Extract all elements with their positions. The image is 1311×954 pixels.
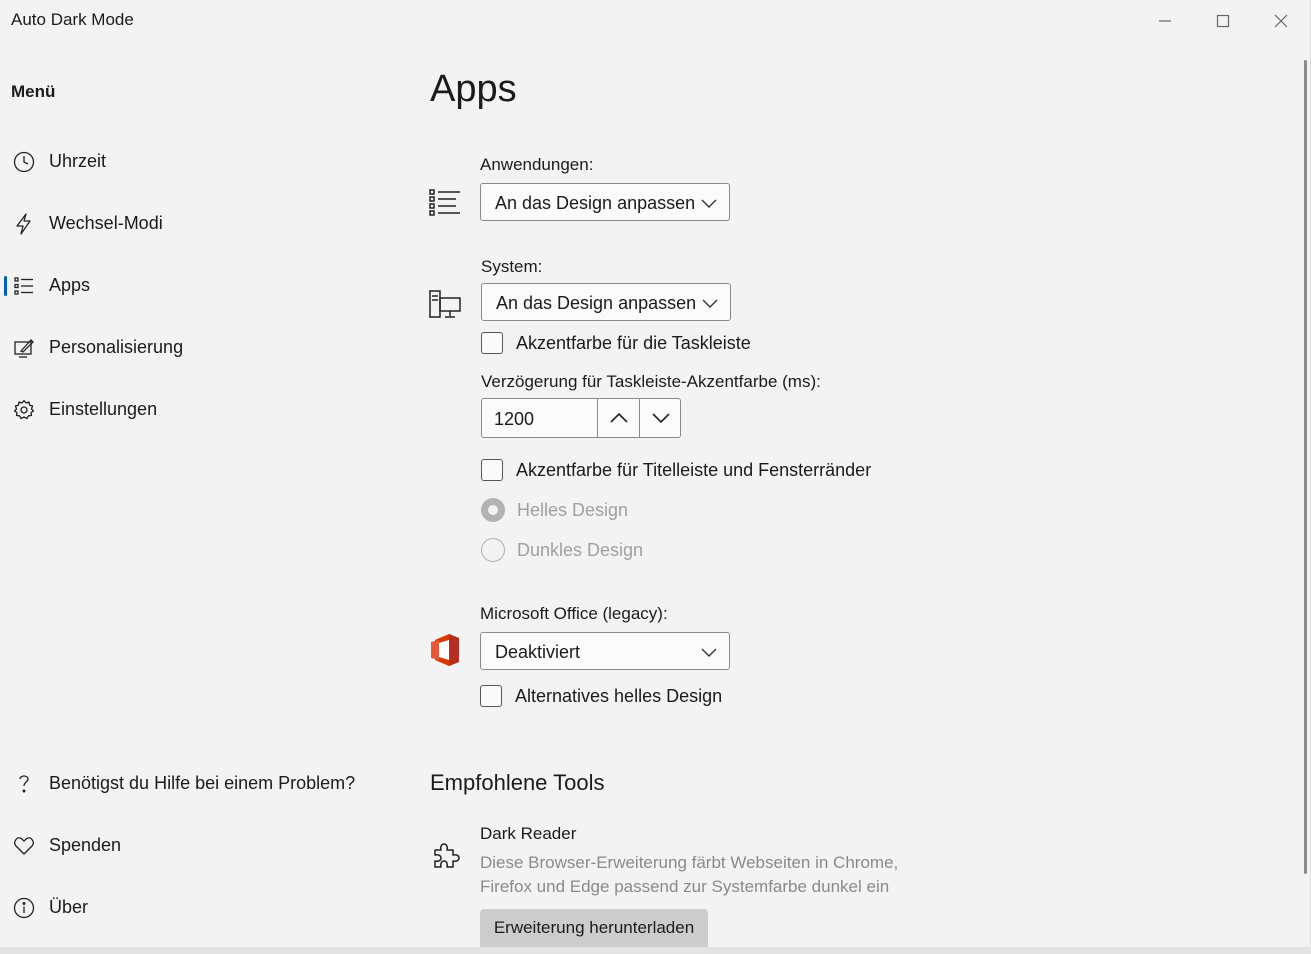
close-button[interactable]	[1259, 6, 1303, 36]
office-label: Microsoft Office (legacy):	[480, 604, 668, 623]
checkbox-label: Alternatives helles Design	[515, 685, 723, 706]
page-title: Apps	[430, 68, 517, 110]
office-icon	[428, 633, 462, 667]
sidebar-item-label: Über	[49, 897, 89, 917]
sidebar-item-ueber[interactable]: Über	[0, 886, 400, 930]
sidebar-item-spenden[interactable]: Spenden	[0, 824, 400, 868]
sidebar-item-wechsel-modi[interactable]: Wechsel-Modi	[0, 202, 400, 246]
sidebar-item-label: Wechsel-Modi	[49, 213, 163, 233]
clock-icon	[12, 150, 36, 174]
gear-icon	[12, 398, 36, 422]
personalize-icon	[12, 336, 36, 360]
info-icon	[12, 896, 36, 920]
chevron-down-icon	[652, 413, 670, 424]
menu-title: Menü	[11, 82, 56, 101]
vertical-scrollbar[interactable]	[1304, 60, 1307, 874]
close-icon	[1274, 14, 1288, 28]
checkbox-box[interactable]	[481, 459, 503, 481]
sidebar-item-label: Einstellungen	[49, 399, 158, 419]
sidebar-item-label: Apps	[49, 275, 91, 295]
system-theme-dropdown[interactable]: An das Design anpassen	[481, 283, 731, 321]
app-window: Auto Dark Mode Menü Uhrzeit Wechsel-Modi	[0, 0, 1311, 948]
delay-number-box[interactable]: 1200	[481, 398, 681, 438]
checkbox-box[interactable]	[481, 332, 503, 354]
checkbox-label: Akzentfarbe für die Taskleiste	[516, 332, 751, 353]
alt-light-design-checkbox[interactable]: Alternatives helles Design	[480, 683, 722, 709]
sidebar-item-personalisierung[interactable]: Personalisierung	[0, 326, 400, 370]
sidebar-item-apps[interactable]: Apps	[0, 264, 400, 308]
radio-button[interactable]	[481, 498, 505, 522]
title-bar: Auto Dark Mode	[0, 0, 1310, 42]
sidebar-item-label: Benötigst du Hilfe bei einem Problem?	[49, 773, 356, 793]
decrement-button[interactable]	[639, 399, 682, 437]
sidebar-item-uhrzeit[interactable]: Uhrzeit	[0, 140, 400, 184]
download-extension-button[interactable]: Erweiterung herunterladen	[480, 909, 708, 947]
selection-indicator	[4, 276, 7, 296]
checkbox-box[interactable]	[480, 685, 502, 707]
dropdown-value: An das Design anpassen	[495, 193, 696, 213]
dropdown-value: Deaktiviert	[495, 642, 581, 662]
taskbar-accent-checkbox[interactable]: Akzentfarbe für die Taskleiste	[481, 330, 751, 356]
lightning-icon	[12, 212, 36, 236]
radio-dark-design[interactable]: Dunkles Design	[481, 537, 643, 563]
sidebar-item-label: Spenden	[49, 835, 122, 855]
chevron-down-icon	[701, 645, 717, 663]
chevron-down-icon	[701, 196, 717, 214]
increment-button[interactable]	[597, 399, 640, 437]
window-title: Auto Dark Mode	[11, 10, 134, 29]
minimize-button[interactable]	[1143, 6, 1187, 36]
maximize-button[interactable]	[1201, 6, 1245, 36]
help-icon	[12, 772, 36, 796]
recommended-tools-heading: Empfohlene Tools	[430, 770, 605, 795]
sidebar-item-help[interactable]: Benötigst du Hilfe bei einem Problem?	[0, 762, 400, 806]
chevron-up-icon	[610, 412, 628, 423]
dropdown-value: An das Design anpassen	[496, 293, 697, 313]
sidebar-item-label: Personalisierung	[49, 337, 184, 357]
radio-light-design[interactable]: Helles Design	[481, 497, 628, 523]
tool-name: Dark Reader	[480, 824, 577, 843]
system-icon	[428, 287, 462, 321]
list-icon	[12, 274, 36, 298]
radio-label: Dunkles Design	[517, 539, 644, 560]
minimize-icon	[1159, 20, 1171, 22]
apps-list-icon	[428, 186, 462, 220]
system-label: System:	[481, 257, 543, 276]
titlebar-accent-checkbox[interactable]: Akzentfarbe für Titelleiste und Fensterr…	[481, 457, 871, 483]
delay-label: Verzögerung für Taskleiste-Akzentfarbe (…	[481, 372, 821, 391]
puzzle-icon	[429, 839, 463, 873]
maximize-icon	[1216, 14, 1230, 28]
checkbox-label: Akzentfarbe für Titelleiste und Fensterr…	[516, 459, 872, 480]
apps-theme-dropdown[interactable]: An das Design anpassen	[480, 183, 730, 221]
apps-label: Anwendungen:	[480, 155, 594, 174]
radio-button[interactable]	[481, 538, 505, 562]
delay-value[interactable]: 1200	[494, 409, 534, 430]
taskbar-strip	[0, 947, 1311, 954]
radio-label: Helles Design	[517, 499, 629, 520]
chevron-down-icon	[702, 296, 718, 314]
sidebar-item-label: Uhrzeit	[49, 151, 107, 171]
tool-description: Diese Browser-Erweiterung färbt Webseite…	[480, 853, 899, 896]
heart-icon	[12, 834, 36, 858]
office-theme-dropdown[interactable]: Deaktiviert	[480, 632, 730, 670]
sidebar-item-einstellungen[interactable]: Einstellungen	[0, 388, 400, 432]
